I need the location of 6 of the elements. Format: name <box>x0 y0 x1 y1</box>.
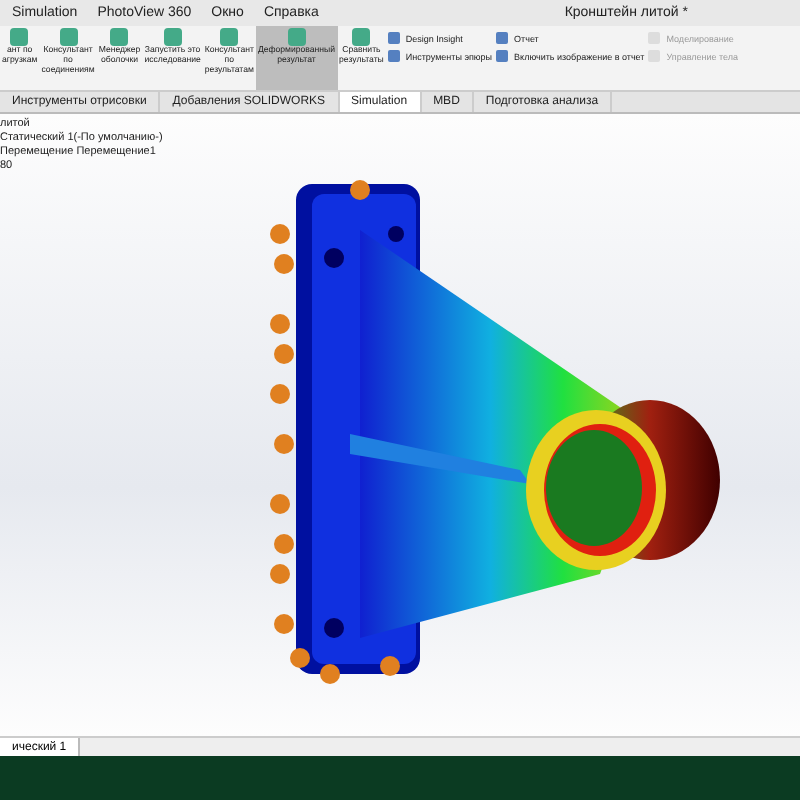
tool-icon <box>163 28 182 46</box>
tool-icon <box>59 28 78 46</box>
tool-icon <box>10 28 29 46</box>
tool-icon <box>110 28 129 46</box>
tool-icon <box>220 28 239 46</box>
tool-icon <box>287 28 306 46</box>
